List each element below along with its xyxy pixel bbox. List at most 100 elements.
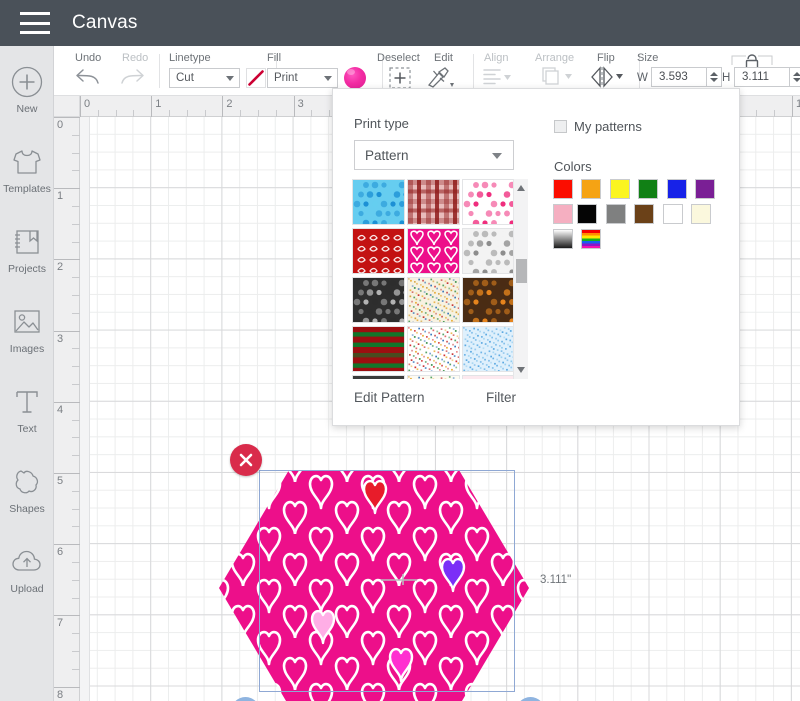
linetype-swatch[interactable] [246, 68, 266, 88]
chevron-down-icon [324, 76, 332, 81]
delete-shape-handle[interactable] [230, 444, 262, 476]
ruler-number: 0 [84, 98, 91, 110]
color-swatch-blue[interactable] [666, 179, 687, 199]
sidebar-item-shapes[interactable]: Shapes [0, 454, 54, 526]
color-swatch-gray[interactable] [605, 204, 626, 224]
filter-button[interactable]: Filter [486, 390, 516, 405]
edit-pattern-button[interactable]: Edit Pattern [354, 390, 425, 405]
edit-button[interactable] [426, 66, 460, 90]
pattern-tile-blue-speckle[interactable] [462, 326, 515, 372]
notebook-icon [12, 225, 42, 259]
ruler-tick [293, 96, 295, 117]
sidebar-item-text[interactable]: Text [0, 374, 54, 446]
pattern-tile-brown-multidots[interactable] [462, 277, 515, 323]
height-value: 3.111 [742, 71, 770, 83]
linetype-select[interactable]: Cut [169, 68, 240, 88]
flip-button[interactable] [588, 66, 626, 88]
color-swatch-red[interactable] [553, 179, 573, 199]
shape-center-marker [381, 574, 417, 585]
hamburger-menu-icon[interactable] [20, 12, 50, 34]
scroll-down-arrow-icon[interactable] [517, 367, 525, 373]
my-patterns-checkbox[interactable]: My patterns [554, 119, 642, 134]
color-swatch-black[interactable] [577, 204, 598, 224]
ruler-tick-minor [275, 110, 277, 117]
undo-button[interactable] [74, 66, 102, 88]
resize-diagonal-icon [516, 697, 545, 701]
sidebar-item-upload[interactable]: Upload [0, 534, 54, 606]
pattern-tile-pink-text[interactable] [462, 375, 515, 379]
color-swatch-brown[interactable] [634, 204, 655, 224]
ruler-number: 4 [57, 403, 64, 416]
pattern-tile-pink-dots-white[interactable] [462, 179, 515, 225]
color-swatch-gradient[interactable] [553, 229, 573, 249]
height-input[interactable]: 3.111 [734, 67, 790, 87]
ruler-tick-minor [240, 110, 242, 117]
ruler-tick-minor [72, 668, 80, 670]
sidebar-item-images[interactable]: Images [0, 294, 54, 366]
sidebar-label: Templates [3, 183, 51, 195]
ruler-tick-minor [72, 562, 80, 563]
pattern-list-scrollbar[interactable] [513, 179, 528, 379]
pattern-swatch-list[interactable] [352, 179, 532, 379]
color-swatch-purple[interactable] [695, 179, 716, 199]
ruler-number: 2 [57, 261, 64, 274]
print-type-select[interactable]: Pattern [354, 140, 514, 170]
page-title: Canvas [72, 12, 138, 33]
ruler-tick-minor [329, 110, 331, 117]
sidebar-item-templates[interactable]: Templates [0, 134, 54, 206]
pattern-tile-gray-dots-white[interactable] [462, 228, 515, 274]
pattern-tile-christmas-stripes[interactable] [352, 326, 405, 372]
pattern-tile-pink-hearts[interactable] [407, 228, 460, 274]
sidebar-item-projects[interactable]: Projects [0, 214, 54, 286]
ruler-number: 5 [57, 475, 64, 487]
arrange-button[interactable] [541, 66, 575, 88]
sidebar-label: Upload [10, 583, 44, 595]
sidebar-item-new[interactable]: New [0, 54, 54, 126]
color-swatch-pink[interactable] [553, 204, 573, 224]
pattern-tile-confetti-cream[interactable] [407, 277, 460, 323]
left-sidebar: New Templates Projects Images Text Shape… [0, 46, 54, 701]
color-swatch-green[interactable] [638, 179, 659, 199]
ruler-tick-minor [774, 110, 776, 117]
vertical-ruler[interactable]: 0 1 2 3 4 5 6 7 8 [54, 117, 80, 701]
ruler-tick-minor [72, 277, 80, 279]
color-swatch-orange[interactable] [581, 179, 602, 199]
ruler-tick [54, 188, 80, 190]
redo-label: Redo [122, 52, 149, 64]
ruler-number: 6 [57, 546, 64, 559]
pattern-tile-gray-barcode[interactable] [352, 375, 405, 379]
resize-handle[interactable] [516, 697, 545, 701]
pattern-tile-blue-dots[interactable] [352, 179, 405, 225]
color-swatch-white[interactable] [662, 204, 683, 224]
ruler-tick-minor [72, 152, 80, 154]
color-swatch-rainbow[interactable] [581, 229, 602, 249]
ruler-tick [54, 259, 80, 261]
ruler-tick-minor [72, 437, 80, 439]
pattern-tile-red-plaid[interactable] [407, 179, 460, 225]
pattern-tile-red-script[interactable] [352, 228, 405, 274]
fill-select[interactable]: Print [267, 68, 338, 88]
ruler-tick-minor [72, 651, 80, 652]
ruler-tick-minor [258, 110, 259, 117]
undo-label: Undo [75, 52, 102, 64]
lock-aspect-handle[interactable] [231, 697, 260, 701]
pattern-tile-charcoal-dots[interactable] [352, 277, 405, 323]
ruler-tick [151, 96, 153, 117]
width-input[interactable]: 3.593 [651, 67, 707, 87]
fill-pattern-swatch-button[interactable] [344, 67, 366, 89]
width-stepper[interactable] [707, 67, 722, 87]
deselect-button[interactable] [388, 66, 412, 90]
edit-label: Edit [434, 52, 453, 64]
ruler-tick-minor [72, 206, 80, 207]
color-swatch-yellow[interactable] [609, 179, 630, 199]
pattern-tile-cream-sparse[interactable] [407, 375, 460, 379]
ruler-tick-minor [72, 508, 80, 510]
redo-button[interactable] [118, 66, 146, 88]
scrollbar-thumb[interactable] [516, 259, 527, 283]
height-stepper[interactable] [790, 67, 800, 87]
scroll-up-arrow-icon[interactable] [517, 185, 525, 191]
lock-closed-icon [231, 697, 260, 701]
pattern-tile-confetti-white[interactable] [407, 326, 460, 372]
align-button[interactable] [482, 67, 512, 87]
color-swatch-cream[interactable] [691, 204, 712, 224]
